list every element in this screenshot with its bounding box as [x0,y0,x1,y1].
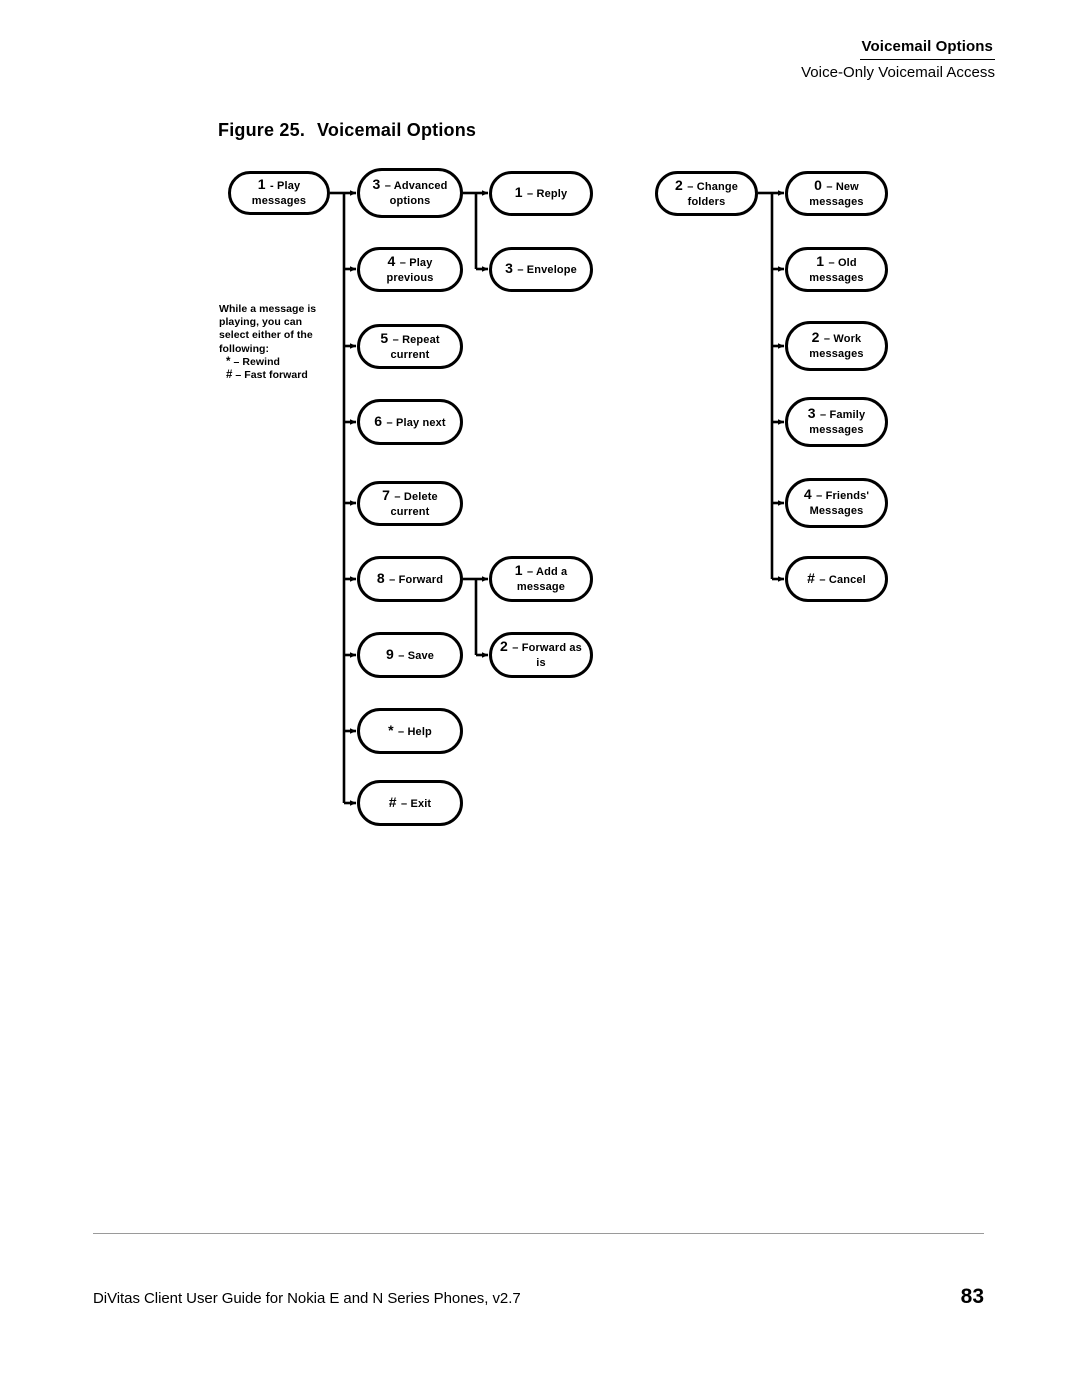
node-label: – Envelope [517,264,577,276]
node-label: – Forward as is [512,642,582,669]
node-label: – Advanced [384,180,448,192]
page-footer: DiVitas Client User Guide for Nokia E an… [93,1285,984,1309]
node-key: 9 [385,645,394,662]
node-key: 1 [816,252,825,269]
node-key: 6 [374,412,383,429]
note-option-symbol: * [226,355,231,368]
node-forward[interactable]: 8 – Forward [357,556,463,602]
note-option-text: – Rewind [233,355,280,368]
node-key: 3 [505,260,513,276]
node-key: 0 [814,176,822,193]
node-play-previous[interactable]: 4 – Play previous [357,247,463,292]
voicemail-options-flowchart: 1 - Play messages 3 – Advanced options 4… [0,0,1080,1397]
node-exit[interactable]: # – Exit [357,780,463,826]
footer-document-title: DiVitas Client User Guide for Nokia E an… [93,1290,521,1307]
node-key: 2 [811,329,820,345]
node-key: # [388,793,397,810]
node-play-messages[interactable]: 1 - Play messages [228,171,330,215]
note-line-4: following: [219,342,270,355]
node-key: 4 [387,252,396,269]
node-label-line2: options [389,195,431,207]
node-label: – Help [397,725,432,738]
note-option-fast-forward: # – Fast forward [219,369,339,382]
node-new-messages[interactable]: 0 – New messages [785,171,888,216]
node-friends-messages[interactable]: 4 – Friends' Messages [785,478,888,528]
node-add-a-message[interactable]: 1 – Add a message [489,556,593,602]
node-key: 1 [514,562,523,578]
node-label: – Friends' [816,490,870,502]
node-key: 1 [257,176,266,192]
node-label: – Change folders [687,180,738,208]
node-help[interactable]: * – Help [357,708,463,754]
node-key: 3 [372,176,381,192]
node-play-next[interactable]: 6 – Play next [357,399,463,445]
footer-divider [93,1233,984,1234]
node-work-messages[interactable]: 2 – Work messages [785,321,888,371]
note-line-1: While a message is [219,303,317,315]
node-label: – Delete current [390,490,438,518]
node-key: 7 [382,486,390,503]
note-option-text: – Fast forward [235,369,308,382]
node-advanced-options[interactable]: 3 – Advanced options [357,168,463,218]
note-line-2: playing, you can [219,316,303,329]
node-label: – Cancel [819,573,866,586]
node-label-line2: messages [809,348,864,360]
node-family-messages[interactable]: 3 – Family messages [785,397,888,447]
node-key: 1 [514,184,523,200]
node-key: 8 [376,569,385,586]
node-label-line2: Messages [809,505,864,517]
node-label: – Save [398,649,434,662]
node-key: 4 [803,486,812,502]
node-label: – Family [820,409,866,421]
node-repeat-current[interactable]: 5 – Repeat current [357,324,463,369]
node-envelope[interactable]: 3 – Envelope [489,247,593,292]
note-option-rewind: * – Rewind [219,356,339,369]
node-key: # [807,569,815,586]
node-label: – Work [823,333,862,345]
node-cancel[interactable]: # – Cancel [785,556,888,602]
node-label: – Add a message [516,566,568,593]
node-old-messages[interactable]: 1 – Old messages [785,247,888,292]
node-delete-current[interactable]: 7 – Delete current [357,481,463,526]
node-label: – Repeat current [390,333,440,361]
note-line-3: select either of the [219,329,313,342]
node-save[interactable]: 9 – Save [357,632,463,678]
node-key: 2 [675,176,683,193]
node-key: 2 [500,638,508,654]
node-change-folders[interactable]: 2 – Change folders [655,171,758,216]
page-number: 83 [960,1285,984,1308]
node-key: 5 [380,329,389,346]
note-option-symbol: # [226,369,233,382]
node-reply[interactable]: 1 – Reply [489,171,593,216]
playback-note: While a message is playing, you can sele… [219,303,339,382]
node-label: – Forward [389,573,444,586]
node-key: * [388,721,394,738]
node-label: – Play next [386,416,446,429]
node-key: 3 [807,405,816,421]
node-label: – Reply [527,188,568,200]
node-forward-as-is[interactable]: 2 – Forward as is [489,632,593,678]
node-label-line2: messages [809,424,864,436]
node-label: – Exit [401,797,432,810]
